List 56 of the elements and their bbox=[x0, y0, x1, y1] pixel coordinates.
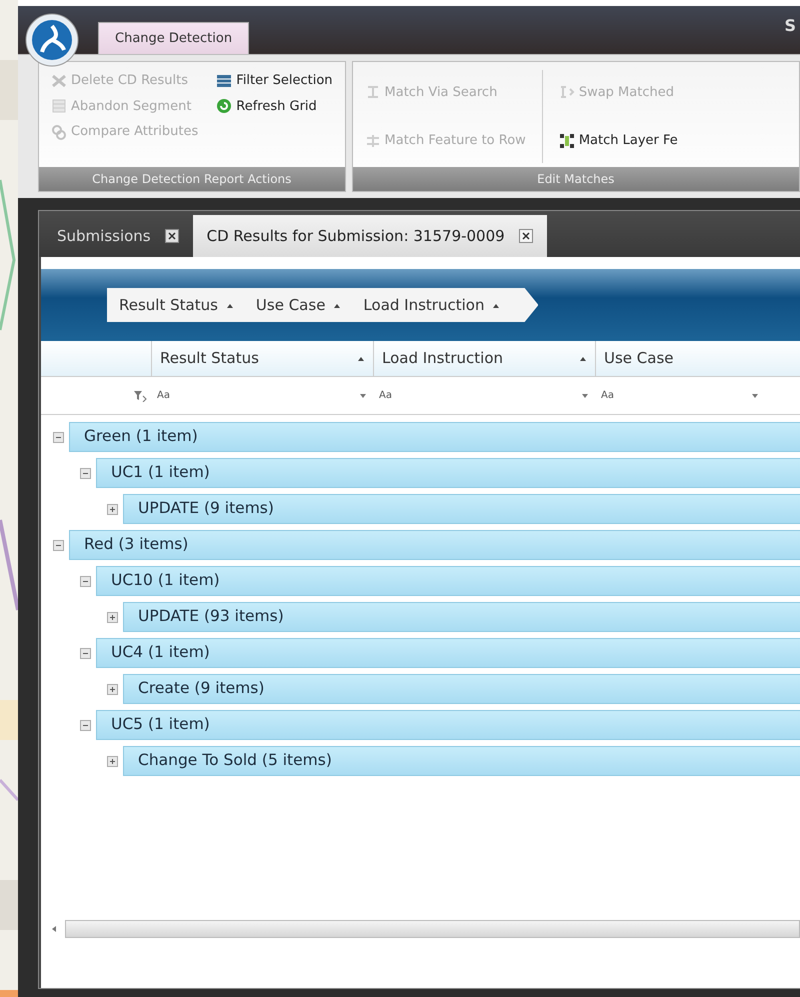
group-row[interactable]: UPDATE (93 items) bbox=[123, 602, 800, 632]
group-chip[interactable]: Use Case bbox=[250, 292, 358, 318]
ribbon-button[interactable]: Match Layer Fe bbox=[556, 130, 680, 152]
collapse-icon[interactable] bbox=[80, 648, 91, 658]
group-label: Change Detection Report Actions bbox=[39, 167, 345, 191]
group-row[interactable]: UPDATE (9 items) bbox=[123, 494, 800, 524]
collapse-icon[interactable] bbox=[53, 540, 64, 550]
ribbon-tab[interactable]: Change Detection bbox=[98, 22, 250, 54]
dropdown-icon bbox=[359, 392, 367, 398]
group-row[interactable]: Red (3 items) bbox=[69, 530, 800, 560]
layer-icon bbox=[558, 132, 575, 149]
close-icon bbox=[518, 228, 533, 243]
match-icon bbox=[364, 132, 381, 149]
compare-icon bbox=[51, 124, 67, 140]
swap-icon bbox=[558, 84, 575, 100]
document-tab[interactable]: CD Results for Submission: 31579-0009 bbox=[192, 214, 547, 257]
filter-icon bbox=[133, 390, 147, 402]
collapse-icon[interactable] bbox=[80, 576, 91, 586]
collapse-icon[interactable] bbox=[80, 720, 91, 730]
document-tab[interactable]: Submissions bbox=[43, 214, 193, 257]
window-title: S bbox=[784, 15, 796, 37]
group-row[interactable]: UC10 (1 item) bbox=[96, 566, 800, 596]
sort-icon bbox=[579, 354, 587, 362]
ribbon-button[interactable]: Refresh Grid bbox=[214, 96, 335, 117]
group-row[interactable]: Green (1 item) bbox=[69, 422, 800, 452]
group-row[interactable]: UC4 (1 item) bbox=[96, 638, 800, 668]
expand-icon[interactable] bbox=[107, 684, 118, 694]
filter-field[interactable]: Aa bbox=[595, 377, 765, 414]
table-icon bbox=[216, 72, 232, 89]
scrollbar-thumb[interactable] bbox=[65, 920, 800, 938]
expand-icon[interactable] bbox=[107, 504, 118, 514]
close-icon bbox=[164, 228, 179, 243]
collapse-icon[interactable] bbox=[80, 468, 91, 478]
dropdown-icon bbox=[751, 392, 759, 398]
group-row[interactable]: UC5 (1 item) bbox=[96, 710, 800, 740]
ribbon-button[interactable]: Filter Selection bbox=[214, 70, 335, 92]
header-label: Load Instruction bbox=[382, 348, 504, 370]
filter-field[interactable]: Aa bbox=[373, 377, 595, 414]
group-label: Edit Matches bbox=[352, 167, 799, 191]
refresh-icon bbox=[216, 98, 232, 114]
expand-icon[interactable] bbox=[107, 756, 118, 766]
scroll-left-icon bbox=[51, 925, 57, 933]
expand-icon[interactable] bbox=[107, 612, 118, 622]
delete-icon bbox=[51, 72, 67, 89]
header-label: Use Case bbox=[604, 348, 674, 370]
list-icon bbox=[51, 98, 67, 114]
group-chip[interactable]: Result Status bbox=[113, 292, 250, 318]
dropdown-icon bbox=[581, 392, 589, 398]
group-row[interactable]: Create (9 items) bbox=[123, 674, 800, 704]
header-label: Result Status bbox=[160, 348, 259, 370]
group-row[interactable]: UC1 (1 item) bbox=[96, 458, 800, 488]
sort-icon bbox=[357, 354, 365, 362]
collapse-icon[interactable] bbox=[53, 432, 64, 442]
filter-field[interactable]: Aa bbox=[151, 377, 373, 414]
group-chip[interactable]: Load Instruction bbox=[357, 292, 516, 318]
group-row[interactable]: Change To Sold (5 items) bbox=[123, 746, 800, 776]
